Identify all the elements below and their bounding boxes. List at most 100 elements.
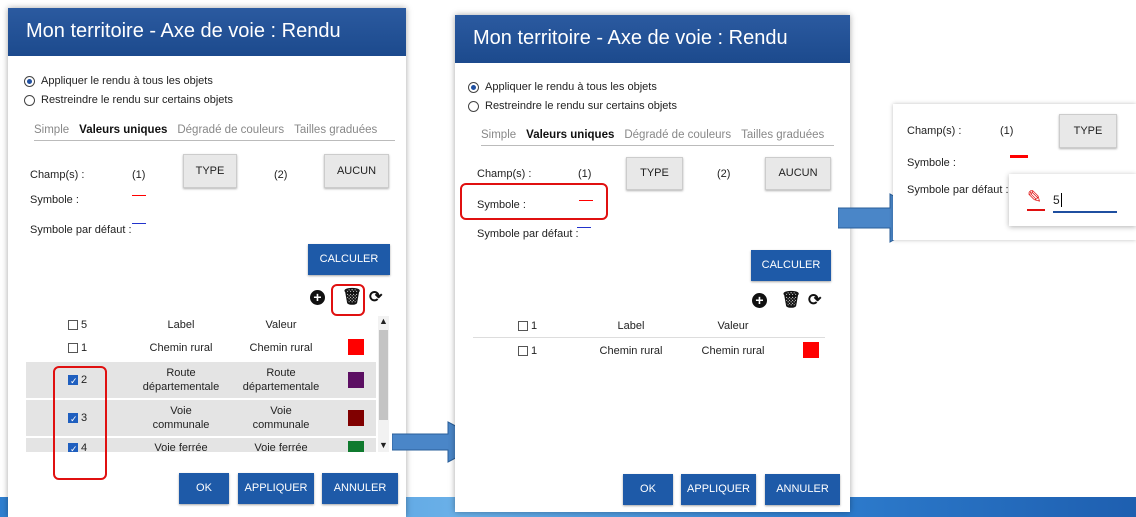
field-two-label: (2)	[717, 168, 731, 180]
header-label: Label	[617, 320, 645, 332]
symbole-defaut-label: Symbole par défaut :	[907, 184, 1009, 196]
row-label: Chemin rural	[599, 345, 663, 357]
refresh-icon[interactable]: ⟳	[808, 290, 821, 310]
color-swatch[interactable]	[348, 410, 364, 426]
radio-label: Restreindre le rendu sur certains objets	[485, 100, 677, 112]
radio-restrict[interactable]: Restreindre le rendu sur certains objets	[24, 94, 233, 106]
row-label: Voie communale	[152, 405, 210, 431]
dialog-left: Mon territoire - Axe de voie : Rendu App…	[8, 8, 406, 517]
tab-valeurs-uniques[interactable]: Valeurs uniques	[79, 124, 167, 136]
aucun-button[interactable]: AUCUN	[324, 154, 389, 188]
appliquer-button[interactable]: APPLIQUER	[681, 474, 756, 505]
default-symbol-preview[interactable]	[577, 227, 591, 228]
checkbox[interactable]	[518, 321, 528, 332]
annuler-button[interactable]: ANNULER	[765, 474, 840, 505]
highlight-trash	[331, 284, 365, 316]
width-input[interactable]: 5	[1053, 193, 1117, 213]
tab-tailles[interactable]: Tailles graduées	[741, 129, 824, 141]
checkbox[interactable]	[518, 346, 528, 357]
tab-degrade[interactable]: Dégradé de couleurs	[624, 129, 731, 141]
radio-apply-all[interactable]: Appliquer le rendu à tous les objets	[468, 81, 657, 93]
tab-simple[interactable]: Simple	[34, 124, 69, 136]
tab-simple[interactable]: Simple	[481, 129, 516, 141]
type-button[interactable]: TYPE	[183, 154, 237, 188]
aucun-button[interactable]: AUCUN	[765, 157, 831, 190]
radio-label: Restreindre le rendu sur certains objets	[41, 94, 233, 106]
row-label: Voie ferrée	[154, 442, 208, 452]
table-row[interactable]: 1 Chemin rural Chemin rural	[473, 337, 825, 362]
row-label: Chemin rural	[149, 342, 213, 354]
field-two-label: (2)	[274, 169, 288, 181]
scroll-up-icon[interactable]: ▲	[379, 316, 388, 326]
radio-restrict[interactable]: Restreindre le rendu sur certains objets	[468, 100, 677, 112]
row-valeur: Voie ferrée	[254, 442, 308, 452]
radio-icon[interactable]	[468, 81, 479, 93]
zoom-panel: Champ(s) : (1) TYPE Symbole : Symbole pa…	[893, 104, 1136, 240]
color-swatch[interactable]	[348, 339, 364, 355]
header-valeur: Valeur	[265, 319, 297, 331]
trash-icon[interactable]: 🗑	[781, 290, 801, 310]
pencil-underline	[1027, 209, 1045, 211]
row-valeur: Chemin rural	[249, 342, 313, 354]
scrollbar-track[interactable]: ▲ ▼	[378, 316, 389, 452]
refresh-icon[interactable]: ⟳	[369, 287, 382, 307]
symbole-label: Symbole :	[30, 194, 79, 206]
radio-icon[interactable]	[24, 94, 35, 106]
symbole-defaut-label: Symbole par défaut :	[477, 228, 579, 240]
symbol-preview[interactable]	[132, 195, 146, 196]
row-valeur: Chemin rural	[701, 345, 765, 357]
pencil-icon: ✎	[1027, 187, 1043, 207]
tab-valeurs-uniques[interactable]: Valeurs uniques	[526, 129, 614, 141]
row-valeur: Voie communale	[252, 405, 310, 431]
add-circle-icon[interactable]: +	[310, 290, 325, 305]
add-circle-icon[interactable]: +	[752, 293, 767, 308]
annuler-button[interactable]: ANNULER	[322, 473, 398, 504]
default-symbol-preview[interactable]	[132, 223, 146, 224]
champs-label: Champ(s) :	[477, 168, 532, 180]
scrollbar-thumb[interactable]	[379, 330, 388, 420]
header-label: Label	[167, 319, 195, 331]
dialog-middle: Mon territoire - Axe de voie : Rendu App…	[455, 15, 850, 512]
table-header: 1 Label Valeur	[473, 319, 825, 339]
scroll-down-icon[interactable]: ▼	[379, 440, 388, 450]
color-swatch[interactable]	[803, 342, 819, 358]
title-bar: Mon territoire - Axe de voie : Rendu	[455, 15, 850, 63]
radio-icon[interactable]	[468, 100, 479, 112]
symbole-defaut-label: Symbole par défaut :	[30, 224, 132, 236]
appliquer-button[interactable]: APPLIQUER	[238, 473, 314, 504]
tab-degrade[interactable]: Dégradé de couleurs	[177, 124, 284, 136]
select-all-checkbox[interactable]: 5	[68, 318, 98, 332]
table-header: 5 Label Valeur	[26, 318, 378, 338]
checkbox[interactable]	[68, 343, 78, 354]
tab-tailles[interactable]: Tailles graduées	[294, 124, 377, 136]
table-row[interactable]: 1 Chemin rural Chemin rural	[26, 336, 376, 360]
color-swatch[interactable]	[348, 372, 364, 388]
tab-bar: Simple Valeurs uniques Dégradé de couleu…	[34, 124, 395, 141]
field-one-label: (1)	[132, 169, 146, 181]
calculer-button[interactable]: CALCULER	[308, 244, 390, 275]
symbol-preview[interactable]	[1010, 155, 1028, 158]
symbole-label: Symbole :	[907, 157, 956, 169]
type-button[interactable]: TYPE	[1059, 114, 1117, 148]
color-swatch[interactable]	[348, 441, 364, 452]
highlight-checked-rows	[53, 366, 107, 480]
field-one-label: (1)	[1000, 125, 1014, 137]
row-checkbox[interactable]: 1	[518, 344, 548, 358]
header-valeur: Valeur	[717, 320, 749, 332]
row-label: Route départementale	[142, 367, 220, 393]
text-cursor	[1060, 193, 1062, 207]
radio-apply-all[interactable]: Appliquer le rendu à tous les objets	[24, 75, 213, 87]
row-valeur: Route départementale	[242, 367, 320, 393]
type-button[interactable]: TYPE	[626, 157, 683, 190]
radio-icon[interactable]	[24, 75, 35, 87]
row-checkbox[interactable]: 1	[68, 341, 98, 355]
checkbox[interactable]	[68, 320, 78, 331]
ok-button[interactable]: OK	[623, 474, 673, 505]
calculer-button[interactable]: CALCULER	[751, 250, 831, 281]
width-input-value: 5	[1053, 193, 1060, 207]
radio-label: Appliquer le rendu à tous les objets	[485, 81, 657, 93]
champs-label: Champ(s) :	[907, 125, 962, 137]
select-all-checkbox[interactable]: 1	[518, 319, 548, 333]
line-width-editor: ✎ 5	[1009, 174, 1136, 226]
ok-button[interactable]: OK	[179, 473, 229, 504]
